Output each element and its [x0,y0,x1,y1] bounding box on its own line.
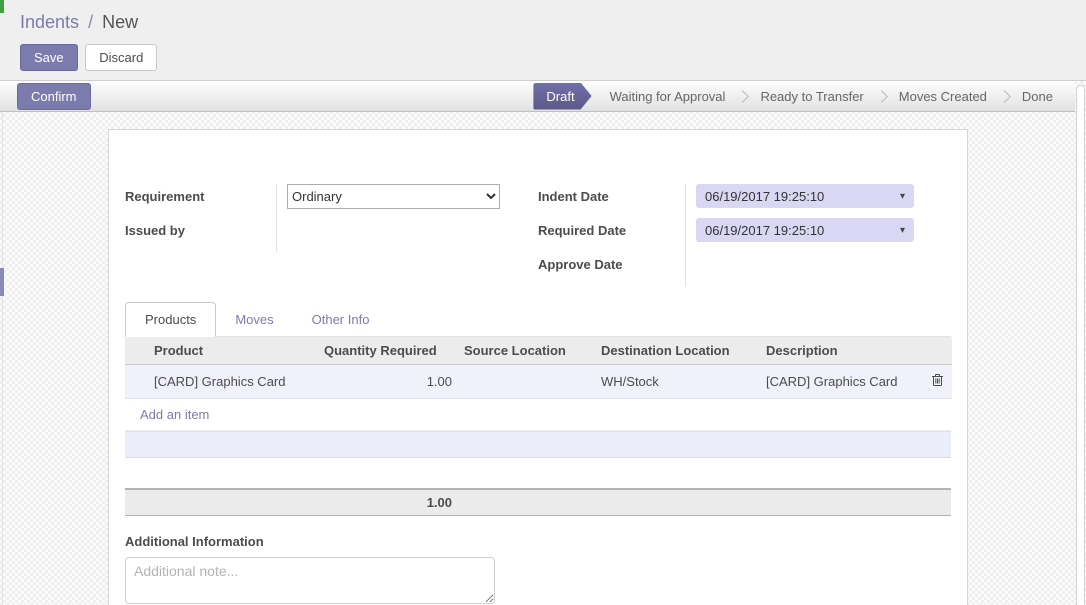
status-step-moves-created[interactable]: Moves Created [889,89,997,104]
add-an-item-link[interactable]: Add an item [140,407,209,422]
column-header-quantity-required: Quantity Required [318,337,458,365]
indent-date-field[interactable]: 06/19/2017 19:25:10 ▾ [696,184,914,208]
chevron-right-icon [737,90,750,103]
row-handle-cell [125,365,148,399]
table-row[interactable]: [CARD] Graphics Card 1.00 WH/Stock [CARD… [125,365,952,399]
notebook-tabs: Products Moves Other Info [125,302,951,337]
empty-list-row[interactable] [125,431,951,458]
status-step-waiting-for-approval[interactable]: Waiting for Approval [600,89,736,104]
approve-date-label: Approve Date [538,252,686,286]
column-header-source-location: Source Location [458,337,595,365]
required-date-value: 06/19/2017 19:25:10 [705,223,824,238]
description-cell: [CARD] Graphics Card [760,365,922,399]
column-header-product: Product [148,337,318,365]
chevron-right-icon [875,90,888,103]
quantity-total-value: 1.00 [318,490,452,516]
required-date-label: Required Date [538,218,686,252]
status-step-ready-to-transfer[interactable]: Ready to Transfer [750,89,873,104]
breadcrumb-separator: / [84,12,97,32]
indent-date-label: Indent Date [538,184,686,218]
status-step-draft[interactable]: Draft [533,83,591,110]
requirement-select[interactable]: Ordinary [287,184,500,209]
indent-date-value: 06/19/2017 19:25:10 [705,189,824,204]
confirm-button[interactable]: Confirm [17,83,91,110]
issued-by-field[interactable] [277,218,538,252]
page-header: Indents / New Save Discard [0,0,1086,81]
source-location-cell [458,365,595,399]
tab-products[interactable]: Products [125,302,216,337]
issued-by-label: Issued by [125,218,277,252]
save-button[interactable]: Save [20,44,78,71]
content-area: Requirement Ordinary Issued by Indent Da… [0,129,1086,605]
table-header-row: Product Quantity Required Source Locatio… [125,337,952,365]
column-header-description: Description [760,337,922,365]
chevron-right-icon [998,90,1011,103]
handle-column-header [125,337,148,365]
breadcrumb-parent-link[interactable]: Indents [20,12,79,32]
products-table: Product Quantity Required Source Locatio… [125,337,952,431]
form-sheet: Requirement Ordinary Issued by Indent Da… [108,129,968,605]
vertical-scrollbar-thumb[interactable] [1076,85,1085,605]
form-group-right: Indent Date 06/19/2017 19:25:10 ▾ Requir… [538,184,951,286]
breadcrumb: Indents / New [20,12,1086,33]
tab-other-info[interactable]: Other Info [293,303,389,336]
additional-note-textarea[interactable] [125,557,495,604]
product-cell: [CARD] Graphics Card [148,365,318,399]
required-date-field[interactable]: 06/19/2017 19:25:10 ▾ [696,218,914,242]
breadcrumb-current: New [102,12,138,32]
destination-location-cell: WH/Stock [595,365,760,399]
form-group-left: Requirement Ordinary Issued by [125,184,538,286]
approve-date-field[interactable] [686,252,951,286]
dropdown-caret-icon[interactable]: ▾ [900,225,905,236]
corner-accent-bar [0,0,4,13]
toolbar: Save Discard [20,44,1086,71]
statusbar: Confirm Draft Waiting for Approval Ready… [0,81,1075,112]
quantity-total-row: 1.00 [125,488,951,516]
trash-icon [931,373,944,387]
column-header-destination-location: Destination Location [595,337,760,365]
delete-row-button[interactable] [931,373,944,390]
trash-column-header [922,337,952,365]
add-item-row: Add an item [125,399,952,431]
form-fields: Requirement Ordinary Issued by Indent Da… [125,184,951,286]
vertical-scrollbar-track [1075,82,1086,605]
additional-information-heading: Additional Information [125,534,951,549]
tab-moves[interactable]: Moves [216,303,292,336]
dropdown-caret-icon[interactable]: ▾ [900,191,905,202]
requirement-label: Requirement [125,184,277,218]
status-step-done[interactable]: Done [1012,89,1063,104]
left-edge-fragment [0,268,4,296]
quantity-cell: 1.00 [318,365,458,399]
discard-button[interactable]: Discard [85,44,157,71]
status-steps: Draft Waiting for Approval Ready to Tran… [533,83,1075,110]
